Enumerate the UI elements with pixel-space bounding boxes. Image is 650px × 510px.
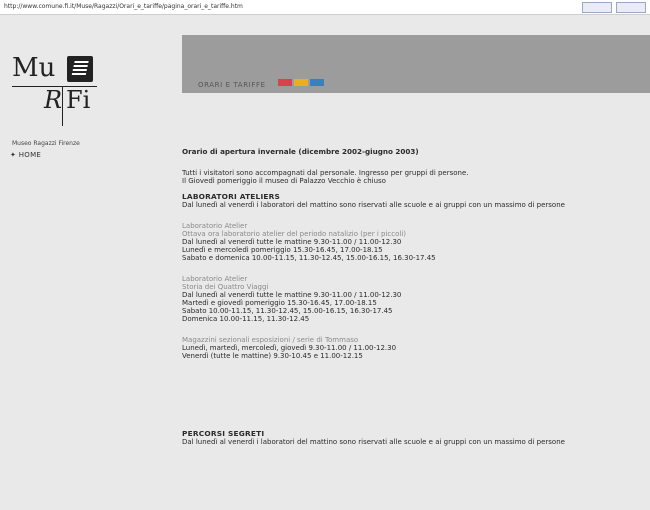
main-content: Orario di apertura invernale (dicembre 2…: [182, 148, 642, 446]
schedule-line: Dal lunedì al venerdì tutte le mattine 9…: [182, 291, 402, 299]
logo-fi: Fi: [66, 86, 91, 114]
schedule-line: Venerdì (tutte le mattine) 9.30-10.45 e …: [182, 352, 363, 360]
block-subtitle: Magazzini sezionali esposizioni / serie …: [182, 336, 359, 344]
schedule-line: Sabato e domenica 10.00-11.15, 11.30-12.…: [182, 254, 436, 262]
section-label: ORARI E TARIFFE: [198, 81, 266, 89]
intro-line: Il Giovedì pomeriggio il museo di Palazz…: [182, 177, 386, 185]
lab-section-title: LABORATORI ATELIERS: [182, 193, 281, 201]
schedule-line: Domenica 10.00-11.15, 11.30-12.45: [182, 315, 310, 323]
address-text[interactable]: http://www.comune.fi.it/Muse/Ragazzi/Ora…: [4, 0, 564, 14]
color-swatch-red: [278, 79, 292, 86]
logo-mu: Mu: [12, 53, 56, 83]
color-swatch-yellow: [294, 79, 308, 86]
minimize-button[interactable]: [582, 2, 612, 13]
schedule-line: Sabato 10.00-11.15, 11.30-12.45, 15.00-1…: [182, 307, 393, 315]
intro-line: Tutti i visitatori sono accompagnati dal…: [182, 169, 469, 177]
close-button[interactable]: [616, 2, 646, 13]
color-swatch-blue: [310, 79, 324, 86]
schedule-line: Dal lunedì al venerdì tutte le mattine 9…: [182, 238, 402, 246]
schedule-line: Lunedì e mercoledì pomeriggio 15.30-16.4…: [182, 246, 383, 254]
schedule-line: Lunedì, martedì, mercoledì, giovedì 9.30…: [182, 344, 397, 352]
window-controls: [582, 2, 646, 13]
schedule-line: Martedì e giovedì pomeriggio 15.30-16.45…: [182, 299, 377, 307]
block-label: Laboratorio Atelier: [182, 275, 248, 283]
browser-address-bar[interactable]: http://www.comune.fi.it/Muse/Ragazzi/Ora…: [0, 0, 650, 15]
logo-vertical-divider: [62, 86, 63, 126]
block-subtitle: Ottava ora laboratorio atelier del perio…: [182, 230, 406, 238]
home-link[interactable]: ✦ HOME: [10, 151, 41, 159]
percorsi-section-title: PERCORSI SEGRETI: [182, 430, 265, 438]
logo-r: R: [44, 86, 63, 114]
percorsi-section-desc: Dal lunedì al venerdì i laboratori del m…: [182, 438, 565, 446]
lab-section-desc: Dal lunedì al venerdì i laboratori del m…: [182, 201, 565, 209]
hand-icon: [67, 56, 93, 82]
block-label: Laboratorio Atelier: [182, 222, 248, 230]
museum-logo[interactable]: Mu R Fi Museo Ragazzi Firenze: [12, 53, 122, 153]
page-title: Orario di apertura invernale (dicembre 2…: [182, 148, 419, 156]
page: Mu R Fi Museo Ragazzi Firenze ✦ HOME ORA…: [0, 15, 650, 510]
block-subtitle: Storia dei Quattro Viaggi: [182, 283, 269, 291]
logo-caption: Museo Ragazzi Firenze: [12, 140, 80, 147]
